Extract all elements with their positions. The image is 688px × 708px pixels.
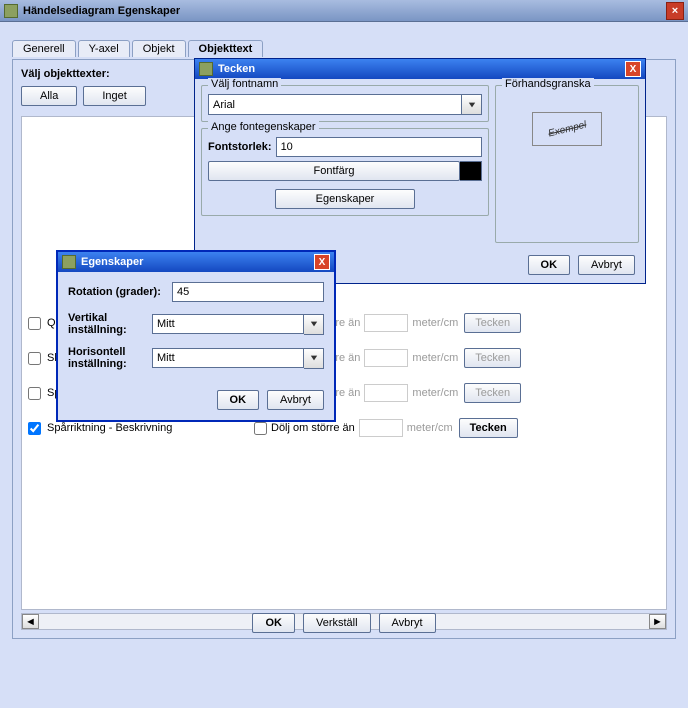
hide-label: Dölj om större än bbox=[271, 422, 355, 434]
horizontal-combo[interactable] bbox=[152, 348, 324, 369]
fontname-group: Välj fontnamn bbox=[201, 85, 489, 122]
close-icon[interactable]: X bbox=[314, 254, 330, 270]
avbryt-button[interactable]: Avbryt bbox=[379, 613, 436, 633]
egenskaper-footer: OK Avbryt bbox=[58, 390, 334, 420]
tecken-titlebar[interactable]: Tecken X bbox=[195, 59, 645, 79]
tab-label: Objekttext bbox=[199, 43, 253, 55]
egenskaper-avbryt-button[interactable]: Avbryt bbox=[267, 390, 324, 410]
fontname-legend: Välj fontnamn bbox=[208, 78, 281, 90]
window-titlebar: Händelsediagram Egenskaper × bbox=[0, 0, 688, 22]
btn-label: Tecken bbox=[475, 387, 510, 399]
vertical-label: Vertikal inställning: bbox=[68, 312, 146, 336]
tecken-button[interactable]: Tecken bbox=[464, 313, 521, 333]
btn-label: OK bbox=[230, 394, 247, 406]
preview-text: Exempel bbox=[547, 119, 587, 139]
window-title: Händelsediagram Egenskaper bbox=[23, 5, 180, 17]
rotation-label: Rotation (grader): bbox=[68, 286, 166, 298]
ok-button[interactable]: OK bbox=[252, 613, 295, 633]
hide-checkbox[interactable] bbox=[254, 422, 267, 435]
btn-label: OK bbox=[541, 259, 558, 271]
tab-label: Y-axel bbox=[89, 43, 119, 55]
egenskaper-titlebar[interactable]: Egenskaper X bbox=[58, 252, 334, 272]
btn-label: OK bbox=[265, 617, 282, 629]
hide-value[interactable] bbox=[364, 314, 408, 332]
hide-value[interactable] bbox=[364, 349, 408, 367]
tab-label: Objekt bbox=[143, 43, 175, 55]
checkbox-sparriktning[interactable] bbox=[28, 422, 41, 435]
tab-generell[interactable]: Generell bbox=[12, 40, 76, 57]
unit-label: meter/cm bbox=[412, 387, 458, 399]
btn-label: Alla bbox=[40, 90, 58, 102]
close-icon[interactable]: × bbox=[666, 2, 684, 20]
unit-label: meter/cm bbox=[407, 422, 453, 434]
tecken-button[interactable]: Tecken bbox=[464, 348, 521, 368]
close-icon[interactable]: X bbox=[625, 61, 641, 77]
preview-box: Exempel bbox=[532, 112, 602, 146]
tecken-button[interactable]: Tecken bbox=[464, 383, 521, 403]
egenskaper-button[interactable]: Egenskaper bbox=[275, 189, 416, 209]
fontcolor-button[interactable]: Fontfärg bbox=[208, 161, 460, 181]
verkstall-button[interactable]: Verkställ bbox=[303, 613, 371, 633]
unit-label: meter/cm bbox=[412, 352, 458, 364]
chevron-down-icon[interactable] bbox=[304, 314, 324, 335]
tecken-avbryt-button[interactable]: Avbryt bbox=[578, 255, 635, 275]
checkbox-qk[interactable] bbox=[28, 317, 41, 330]
app-icon bbox=[4, 4, 18, 18]
fontsize-label: Fontstorlek: bbox=[208, 141, 272, 153]
preview-legend: Förhandsgranska bbox=[502, 78, 594, 90]
vertical-combo[interactable] bbox=[152, 314, 324, 335]
btn-label: Avbryt bbox=[280, 394, 311, 406]
tab-objekttext[interactable]: Objekttext bbox=[188, 40, 264, 57]
btn-label: Egenskaper bbox=[316, 193, 375, 205]
inget-button[interactable]: Inget bbox=[83, 86, 145, 106]
horizontal-input[interactable] bbox=[152, 348, 304, 368]
rotation-input[interactable] bbox=[172, 282, 324, 302]
egenskaper-title: Egenskaper bbox=[81, 256, 143, 268]
tecken-ok-button[interactable]: OK bbox=[528, 255, 571, 275]
checkbox-spa[interactable] bbox=[28, 387, 41, 400]
fontname-input[interactable] bbox=[208, 94, 462, 115]
btn-label: Avbryt bbox=[392, 617, 423, 629]
fontsize-input[interactable] bbox=[276, 137, 482, 157]
tecken-title: Tecken bbox=[218, 63, 255, 75]
dialog-icon bbox=[62, 255, 76, 269]
btn-label: Verkställ bbox=[316, 617, 358, 629]
hide-value[interactable] bbox=[364, 384, 408, 402]
btn-label: Avbryt bbox=[591, 259, 622, 271]
btn-label: Tecken bbox=[475, 317, 510, 329]
tab-label: Generell bbox=[23, 43, 65, 55]
tab-yaxel[interactable]: Y-axel bbox=[78, 40, 130, 57]
btn-label: Inget bbox=[102, 90, 126, 102]
btn-label: Tecken bbox=[470, 422, 507, 434]
tab-objekt[interactable]: Objekt bbox=[132, 40, 186, 57]
unit-label: meter/cm bbox=[412, 317, 458, 329]
fontprops-group: Ange fontegenskaper Fontstorlek: Fontfär… bbox=[201, 128, 489, 216]
hide-value[interactable] bbox=[359, 419, 403, 437]
horizontal-label: Horisontell inställning: bbox=[68, 346, 146, 370]
alla-button[interactable]: Alla bbox=[21, 86, 77, 106]
btn-label: Fontfärg bbox=[314, 165, 355, 177]
chevron-down-icon[interactable] bbox=[304, 348, 324, 369]
row-label: Spårriktning - Beskrivning bbox=[47, 422, 212, 434]
fontname-combo[interactable] bbox=[208, 94, 482, 115]
tecken-button[interactable]: Tecken bbox=[459, 418, 518, 438]
btn-label: Tecken bbox=[475, 352, 510, 364]
preview-group: Förhandsgranska Exempel bbox=[495, 85, 639, 243]
main-footer: OK Verkställ Avbryt bbox=[0, 613, 688, 633]
dialog-icon bbox=[199, 62, 213, 76]
egenskaper-ok-button[interactable]: OK bbox=[217, 390, 260, 410]
fontprops-legend: Ange fontegenskaper bbox=[208, 121, 319, 133]
vertical-input[interactable] bbox=[152, 314, 304, 334]
checkbox-slip[interactable] bbox=[28, 352, 41, 365]
egenskaper-dialog: Egenskaper X Rotation (grader): Vertikal… bbox=[56, 250, 336, 422]
tab-bar: Generell Y-axel Objekt Objekttext bbox=[12, 40, 682, 57]
color-swatch[interactable] bbox=[460, 161, 482, 181]
chevron-down-icon[interactable] bbox=[462, 94, 482, 115]
